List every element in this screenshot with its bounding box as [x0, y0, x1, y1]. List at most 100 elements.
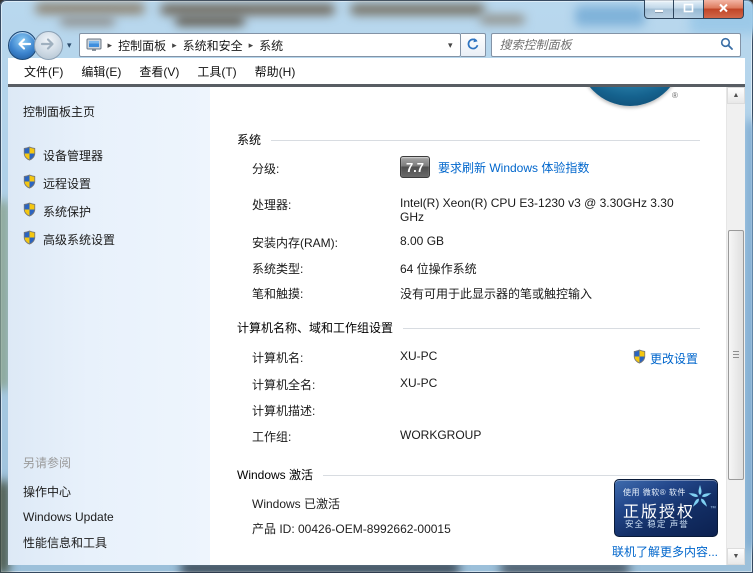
sidebar-item-performance-tools[interactable]: 性能信息和工具	[23, 534, 114, 551]
refresh-button[interactable]	[461, 33, 486, 57]
pen-touch-value: 没有可用于此显示器的笔或触控输入	[400, 285, 700, 302]
sidebar-item-advanced-system-settings[interactable]: 高级系统设置	[8, 225, 210, 253]
forward-arrow-icon	[40, 37, 58, 54]
glass-blob	[60, 17, 115, 26]
glass-blob	[575, 6, 645, 26]
menu-tools[interactable]: 工具(T)	[188, 59, 245, 84]
glass-blob	[35, 3, 145, 14]
sidebar-item-control-panel-home[interactable]: 控制面板主页	[8, 87, 210, 120]
workgroup-label: 工作组:	[252, 428, 400, 445]
system-type-label: 系统类型:	[252, 260, 400, 277]
menu-bar: 文件(F) 编辑(E) 查看(V) 工具(T) 帮助(H)	[8, 58, 745, 87]
sidebar-item-label: 设备管理器	[43, 147, 103, 164]
menu-help[interactable]: 帮助(H)	[246, 59, 305, 84]
section-title: Windows 激活	[237, 466, 313, 483]
wei-score-badge: 7.7	[400, 156, 430, 178]
sidebar-item-remote-settings[interactable]: 远程设置	[8, 169, 210, 197]
full-computer-name-row: 计算机全名: XU-PC	[252, 376, 700, 393]
rating-row: 分级: 7.7 要求刷新 Windows 体验指数	[252, 160, 700, 186]
computer-name-value: XU-PC	[400, 349, 437, 367]
processor-value: Intel(R) Xeon(R) CPU E3-1230 v3 @ 3.30GH…	[400, 196, 700, 224]
breadcrumb-system-security[interactable]: 系统和安全	[183, 37, 243, 54]
section-header-system: 系统	[237, 131, 700, 148]
uac-shield-icon	[23, 230, 36, 248]
change-settings[interactable]: 更改设置	[633, 349, 698, 367]
genuine-software-badge[interactable]: 使用 微软® 软件 正版授权 安全 稳定 声誉 ™	[614, 479, 718, 537]
close-icon	[718, 2, 729, 16]
sidebar: 控制面板主页 设备管理器 远程设置 系统保护 高级系统设置	[8, 87, 210, 565]
processor-row: 处理器: Intel(R) Xeon(R) CPU E3-1230 v3 @ 3…	[252, 196, 700, 224]
scrollbar-thumb[interactable]	[728, 230, 744, 480]
computer-name-label: 计算机名:	[252, 349, 400, 366]
pen-touch-label: 笔和触摸:	[252, 285, 400, 302]
scroll-down-button[interactable]: ▼	[727, 548, 745, 565]
workgroup-value: WORKGROUP	[400, 428, 700, 442]
address-dropdown-icon[interactable]: ▾	[441, 40, 460, 51]
pen-touch-row: 笔和触摸: 没有可用于此显示器的笔或触控输入	[252, 285, 700, 302]
refresh-wei-link[interactable]: 要求刷新 Windows 体验指数	[438, 159, 589, 176]
system-window: ▾ ▸ 控制面板 ▸ 系统和安全 ▸ 系统 ▾ 文件(F) 编辑(E) 查看(V…	[0, 0, 753, 573]
change-settings-link[interactable]: 更改设置	[650, 350, 698, 367]
client-area: 控制面板主页 设备管理器 远程设置 系统保护 高级系统设置	[8, 87, 745, 565]
navigation-bar: ▾ ▸ 控制面板 ▸ 系统和安全 ▸ 系统 ▾	[8, 30, 745, 60]
windows-logo-orb	[578, 87, 682, 106]
genuine-badge-line1: 使用 微软® 软件	[623, 487, 686, 498]
see-also-header: 另请参阅	[23, 454, 114, 471]
computer-description-label: 计算机描述:	[252, 402, 400, 419]
menu-view[interactable]: 查看(V)	[130, 59, 188, 84]
glass-blob	[350, 4, 485, 15]
search-box[interactable]	[491, 33, 741, 57]
uac-shield-icon	[633, 349, 646, 367]
main-content: ® 系统 分级: 7.7 要求刷新 Windows 体验指数 处理器: Inte…	[210, 87, 726, 565]
registered-trademark: ®	[672, 91, 678, 100]
breadcrumb-separator-icon: ▸	[102, 40, 119, 51]
sidebar-item-label: 系统保护	[43, 203, 91, 220]
recent-pages-dropdown-icon[interactable]: ▾	[63, 40, 75, 51]
full-computer-name-label: 计算机全名:	[252, 376, 400, 393]
maximize-icon	[683, 2, 694, 16]
genuine-badge-line3: 安全 稳定 声誉	[625, 518, 689, 530]
forward-button[interactable]	[34, 31, 63, 60]
caption-button-group	[644, 0, 744, 19]
sidebar-item-system-protection[interactable]: 系统保护	[8, 197, 210, 225]
section-divider	[323, 475, 700, 476]
sidebar-item-label: 远程设置	[43, 175, 91, 192]
learn-more-online-link[interactable]: 联机了解更多内容...	[606, 543, 718, 560]
menu-edit[interactable]: 编辑(E)	[72, 59, 130, 84]
breadcrumb-separator-icon: ▸	[243, 40, 260, 51]
rating-label: 分级:	[252, 160, 400, 177]
system-type-row: 系统类型: 64 位操作系统	[252, 260, 700, 277]
ram-value: 8.00 GB	[400, 234, 700, 248]
minimize-button[interactable]	[644, 0, 674, 19]
back-button[interactable]	[8, 31, 37, 60]
trademark-mark: ™	[710, 506, 716, 512]
section-title: 系统	[237, 131, 261, 148]
genuine-badge-area: 使用 微软® 软件 正版授权 安全 稳定 声誉 ™ 联机了解更多内容...	[606, 479, 718, 560]
section-divider	[271, 140, 700, 141]
maximize-button[interactable]	[674, 0, 704, 19]
search-icon[interactable]	[720, 37, 733, 53]
vertical-scrollbar[interactable]: ▲ ▼	[726, 87, 745, 565]
breadcrumb-system[interactable]: 系统	[259, 37, 283, 54]
full-computer-name-value: XU-PC	[400, 376, 700, 390]
sidebar-item-device-manager[interactable]: 设备管理器	[8, 141, 210, 169]
menu-file[interactable]: 文件(F)	[15, 59, 72, 84]
processor-label: 处理器:	[252, 196, 400, 213]
section-divider	[403, 328, 700, 329]
uac-shield-icon	[23, 146, 36, 164]
section-title: 计算机名称、域和工作组设置	[237, 319, 393, 336]
section-header-computer-name: 计算机名称、域和工作组设置	[237, 319, 700, 336]
system-type-value: 64 位操作系统	[400, 260, 700, 277]
uac-shield-icon	[23, 174, 36, 192]
search-input[interactable]	[492, 35, 713, 55]
address-bar[interactable]: ▸ 控制面板 ▸ 系统和安全 ▸ 系统 ▾	[79, 33, 461, 57]
back-arrow-icon	[14, 37, 32, 54]
breadcrumb-control-panel[interactable]: 控制面板	[118, 37, 166, 54]
sidebar-item-windows-update[interactable]: Windows Update	[23, 510, 114, 524]
close-button[interactable]	[704, 0, 744, 19]
system-page-icon	[86, 38, 102, 52]
scroll-up-button[interactable]: ▲	[727, 87, 745, 104]
scroll-down-icon: ▼	[733, 553, 740, 560]
sidebar-item-action-center[interactable]: 操作中心	[23, 483, 114, 500]
glass-blob	[480, 15, 525, 24]
